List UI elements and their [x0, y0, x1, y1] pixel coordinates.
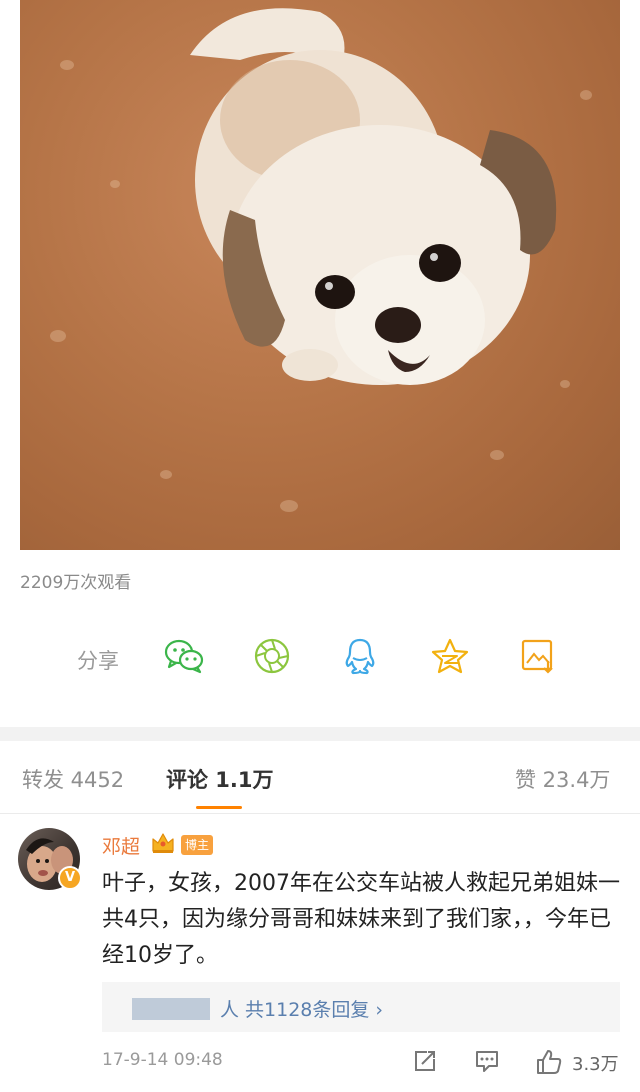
comment-timestamp: 17-9-14 09:48	[102, 1050, 223, 1070]
tab-comments[interactable]: 评论 1.1万	[166, 764, 274, 794]
moments-icon[interactable]	[252, 636, 292, 676]
crown-icon	[152, 833, 174, 853]
active-tab-indicator	[196, 806, 242, 809]
qzone-icon[interactable]	[430, 636, 470, 676]
qq-icon[interactable]	[340, 636, 380, 676]
comment-icon[interactable]	[474, 1048, 500, 1074]
video-player[interactable]	[20, 0, 620, 550]
comment-username[interactable]: 邓超	[102, 832, 140, 859]
verified-badge-icon: V	[58, 866, 82, 890]
repost-icon[interactable]	[412, 1048, 438, 1074]
owner-badge: 博主	[181, 835, 214, 855]
dog-image	[190, 8, 557, 385]
tab-divider	[0, 813, 640, 814]
wechat-icon[interactable]	[164, 636, 204, 676]
comment-text: 叶子，女孩，2007年在公交车站被人救起兄弟姐妹一共4只，因为缘分哥哥和妹妹来到…	[102, 871, 620, 968]
weibo-video-post: 2209万次观看 分享 转发 4452 评论 1.1万 赞 23.4万 V 邓超…	[0, 0, 640, 1092]
tab-likes[interactable]: 赞 23.4万	[515, 764, 610, 794]
like-icon[interactable]	[535, 1048, 563, 1076]
save-image-icon[interactable]	[518, 636, 558, 676]
view-count: 2209万次观看	[20, 573, 132, 593]
blurred-username	[132, 998, 210, 1020]
comment-like-count: 3.3万	[572, 1054, 619, 1075]
replies-link[interactable]: 人 共1128条回复 ›	[220, 995, 383, 1022]
section-divider	[0, 727, 640, 741]
share-label: 分享	[77, 649, 119, 673]
replies-summary[interactable]: 人 共1128条回复 ›	[102, 982, 620, 1032]
tab-repost[interactable]: 转发 4452	[22, 764, 124, 794]
